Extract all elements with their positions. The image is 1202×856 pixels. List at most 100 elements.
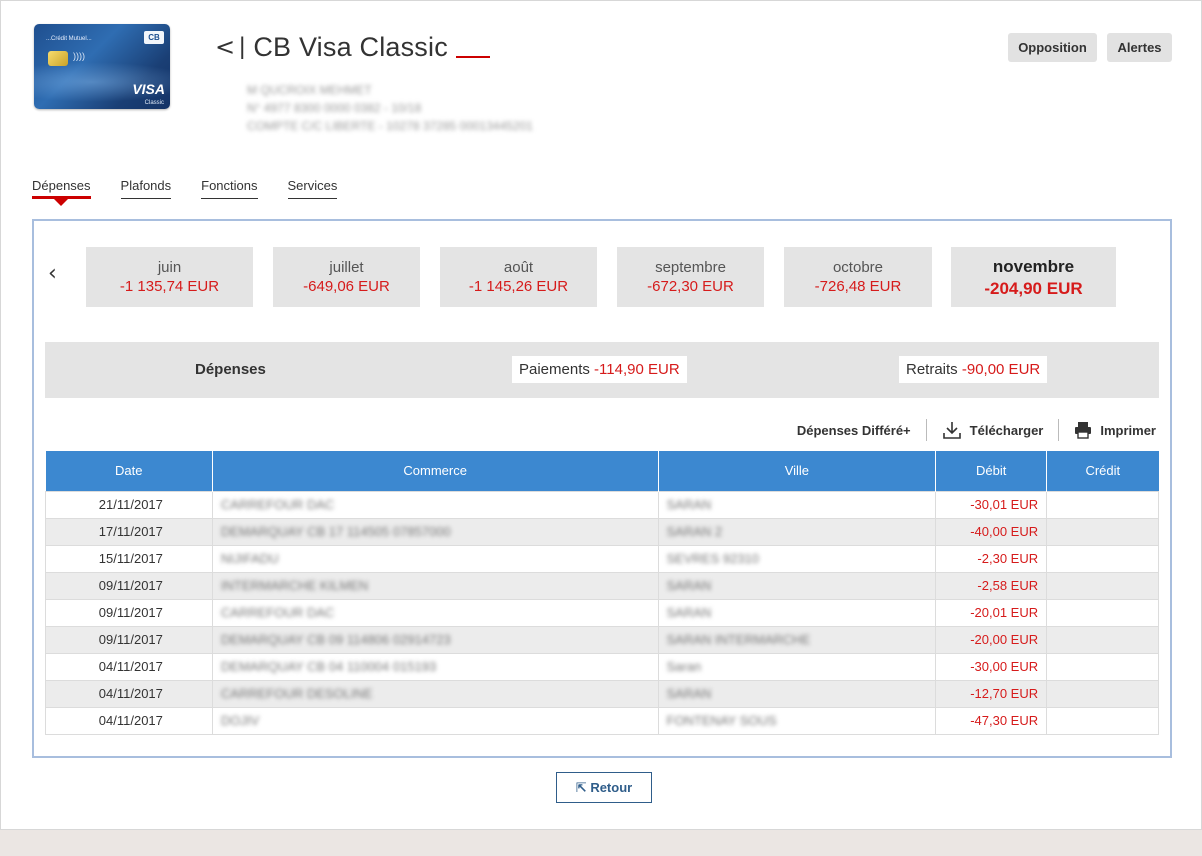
expenses-summary: Dépenses Paiements -114,90 EUR Retraits … xyxy=(45,342,1159,398)
cell-ville: SEVRES 92310 xyxy=(657,544,937,573)
cell-debit: -30,00 EUR xyxy=(935,652,1048,681)
table-row[interactable]: 09/11/2017 CARREFOUR DAC SARAN -20,01 EU… xyxy=(45,598,1159,627)
cell-commerce: CARREFOUR DAC xyxy=(211,490,659,519)
ville-text: Saran xyxy=(666,659,702,674)
expenses-panel: ‹ juin -1 135,74 EUR juillet -649,06 EUR… xyxy=(32,219,1172,758)
cell-date: 04/11/2017 xyxy=(45,706,213,735)
cell-commerce: INTERMARCHE KILMEN xyxy=(211,571,659,600)
telecharger-button[interactable]: Télécharger xyxy=(942,420,1044,440)
ville-text: SARAN 2 xyxy=(666,524,723,539)
month-juillet[interactable]: juillet -649,06 EUR xyxy=(273,247,420,307)
card-image: ...Crédit Mutuel... CB )))) VISA Classic xyxy=(34,24,170,109)
cell-date: 17/11/2017 xyxy=(45,517,213,546)
cb-logo-icon: CB xyxy=(144,31,164,44)
account-number: COMPTE C/C LIBERTE - 10278 37285 0001344… xyxy=(247,119,533,133)
col-header-credit[interactable]: Crédit xyxy=(1046,451,1159,491)
cell-credit xyxy=(1046,679,1159,708)
commerce-text: DOJIV xyxy=(220,713,260,728)
table-row[interactable]: 04/11/2017 CARREFOUR DESOLINE SARAN -12,… xyxy=(45,679,1159,708)
retour-button[interactable]: ⇱ Retour xyxy=(556,772,652,803)
table-row[interactable]: 15/11/2017 NIJIFADU SEVRES 92310 -2,30 E… xyxy=(45,544,1159,573)
cell-date: 21/11/2017 xyxy=(45,490,213,519)
retraits-amount: -90,00 EUR xyxy=(961,361,1041,378)
ville-text: SARAN xyxy=(666,686,712,701)
month-name: août xyxy=(503,259,534,276)
table-row[interactable]: 04/11/2017 DOJIV FONTENAY SOUS -47,30 EU… xyxy=(45,706,1159,735)
tab-fonctions[interactable]: Fonctions xyxy=(201,178,258,199)
cell-credit xyxy=(1046,517,1159,546)
month-amount: -672,30 EUR xyxy=(647,278,734,295)
cell-credit xyxy=(1046,652,1159,681)
commerce-text: DEMARQUAY CB 04 110004 015193 xyxy=(220,659,437,674)
title-separator: | xyxy=(239,33,246,60)
cell-commerce: DOJIV xyxy=(211,706,659,735)
depenses-differe-label: Dépenses Différé+ xyxy=(796,422,911,438)
depenses-differe-link[interactable]: Dépenses Différé+ xyxy=(797,423,911,438)
cell-date: 09/11/2017 xyxy=(45,598,213,627)
card-bank-name: ...Crédit Mutuel... xyxy=(46,36,92,42)
month-amount: -204,90 EUR xyxy=(984,279,1083,298)
cell-commerce: CARREFOUR DAC xyxy=(211,598,659,627)
cell-date: 09/11/2017 xyxy=(45,571,213,600)
cell-credit xyxy=(1046,571,1159,600)
back-chevron-icon[interactable]: < xyxy=(215,33,235,61)
commerce-text: DEMARQUAY CB 17 114505 07857000 xyxy=(220,524,451,539)
paiements-amount: -114,90 EUR xyxy=(594,361,680,378)
cell-commerce: NIJIFADU xyxy=(211,544,659,573)
month-amount: -1 145,26 EUR xyxy=(468,278,569,295)
tab-plafonds[interactable]: Plafonds xyxy=(120,178,172,199)
page: ...Crédit Mutuel... CB )))) VISA Classic… xyxy=(0,0,1202,830)
table-row[interactable]: 17/11/2017 DEMARQUAY CB 17 114505 078570… xyxy=(45,517,1159,546)
month-octobre[interactable]: octobre -726,48 EUR xyxy=(784,247,932,307)
tab-services[interactable]: Services xyxy=(287,178,338,199)
retraits-total: Retraits -90,00 EUR xyxy=(899,356,1048,383)
cell-credit xyxy=(1046,625,1159,654)
cell-credit xyxy=(1046,490,1159,519)
month-name: octobre xyxy=(832,259,884,276)
tab-depenses[interactable]: Dépenses xyxy=(32,178,91,206)
table-actions: Dépenses Différé+ Télécharger Imprimer xyxy=(797,419,1156,441)
month-novembre[interactable]: novembre -204,90 EUR xyxy=(951,247,1116,307)
table-header-row: Date Commerce Ville Débit Crédit xyxy=(45,451,1159,491)
tab-bar: Dépenses Plafonds Fonctions Services xyxy=(32,178,367,206)
table-row[interactable]: 09/11/2017 DEMARQUAY CB 09 114806 029147… xyxy=(45,625,1159,654)
month-septembre[interactable]: septembre -672,30 EUR xyxy=(617,247,764,307)
title-row: < | CB Visa Classic xyxy=(215,29,490,65)
month-name: septembre xyxy=(655,259,726,276)
table-row[interactable]: 04/11/2017 DEMARQUAY CB 04 110004 015193… xyxy=(45,652,1159,681)
imprimer-button[interactable]: Imprimer xyxy=(1074,421,1156,439)
table-row[interactable]: 21/11/2017 CARREFOUR DAC SARAN -30,01 EU… xyxy=(45,490,1159,519)
col-header-commerce[interactable]: Commerce xyxy=(212,451,659,491)
month-name: novembre xyxy=(992,257,1075,276)
col-header-ville[interactable]: Ville xyxy=(658,451,937,491)
alertes-button[interactable]: Alertes xyxy=(1107,33,1172,62)
col-header-debit[interactable]: Débit xyxy=(935,451,1048,491)
ville-text: SEVRES 92310 xyxy=(666,551,760,566)
retour-label: Retour xyxy=(590,780,633,795)
month-juin[interactable]: juin -1 135,74 EUR xyxy=(86,247,253,307)
paiements-label: Paiements xyxy=(519,361,590,378)
cell-debit: -20,00 EUR xyxy=(935,625,1048,654)
previous-months-chevron-icon[interactable]: ‹ xyxy=(48,261,57,286)
commerce-text: CARREFOUR DESOLINE xyxy=(220,686,373,701)
cell-commerce: DEMARQUAY CB 04 110004 015193 xyxy=(211,652,659,681)
commerce-text: NIJIFADU xyxy=(220,551,279,566)
month-amount: -726,48 EUR xyxy=(814,278,902,295)
cell-date: 04/11/2017 xyxy=(45,679,213,708)
col-header-date[interactable]: Date xyxy=(45,451,213,491)
table-row[interactable]: 09/11/2017 INTERMARCHE KILMEN SARAN -2,5… xyxy=(45,571,1159,600)
account-info: M QUCROIX MEHMET N° 4977 8300 0000 0382 … xyxy=(247,81,577,135)
month-aout[interactable]: août -1 145,26 EUR xyxy=(440,247,597,307)
ville-text: SARAN xyxy=(666,605,712,620)
month-name: juin xyxy=(157,259,182,276)
commerce-text: DEMARQUAY CB 09 114806 02914723 xyxy=(220,632,451,647)
cell-commerce: CARREFOUR DESOLINE xyxy=(211,679,659,708)
retraits-label: Retraits xyxy=(906,361,958,378)
imprimer-label: Imprimer xyxy=(1100,422,1156,438)
transactions-table: Date Commerce Ville Débit Crédit 21/11/2… xyxy=(45,451,1159,735)
cell-date: 09/11/2017 xyxy=(45,625,213,654)
download-icon xyxy=(942,422,961,439)
opposition-button[interactable]: Opposition xyxy=(1008,33,1097,62)
telecharger-label: Télécharger xyxy=(969,422,1044,438)
cell-ville: SARAN 2 xyxy=(657,517,937,546)
